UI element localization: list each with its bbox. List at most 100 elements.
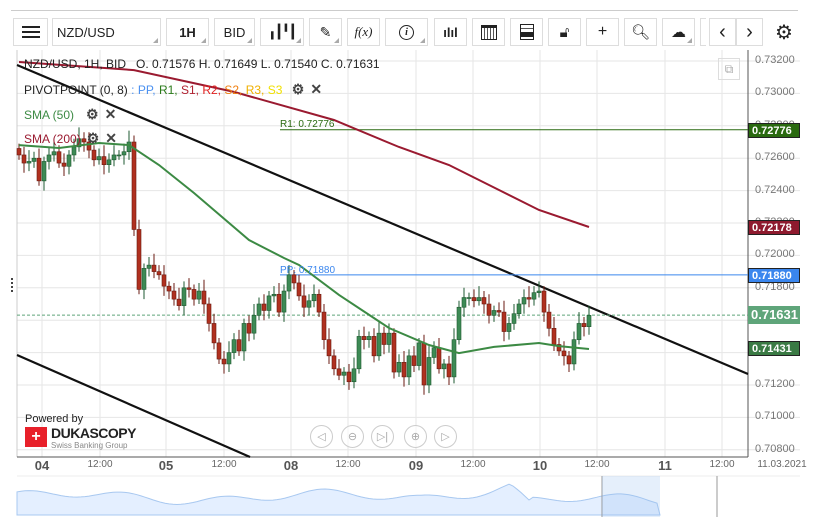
pivot-level-r1: R1, <box>158 83 181 97</box>
pp-line-label: PP: 0.71880 <box>280 265 336 276</box>
pivot-level-r2: R2, <box>202 83 225 97</box>
candle-body <box>111 154 117 161</box>
triangle-left-icon: ◁ <box>317 431 326 443</box>
candle-body <box>116 154 122 157</box>
sma50-label: SMA (50) <box>24 108 75 122</box>
brand-tagline: Swiss Banking Group <box>51 441 128 450</box>
sma200-legend: SMA (200) ⚙ ✕ <box>24 130 117 147</box>
candle-body <box>276 293 282 313</box>
candle-body <box>21 154 27 164</box>
triangle-right-icon: ▷ <box>441 431 450 443</box>
candle-body <box>396 362 402 373</box>
candle-body <box>96 156 102 161</box>
candle-body <box>216 342 222 360</box>
candle-body <box>501 311 507 332</box>
candle-body <box>231 339 237 353</box>
candle-body <box>256 303 262 316</box>
pivot-settings-gear-icon[interactable]: ⚙ <box>292 81 305 97</box>
pivot-level-s1: S1, <box>180 83 203 97</box>
candle-body <box>541 290 547 313</box>
candle-body <box>436 347 442 370</box>
navigator-area <box>16 483 661 516</box>
candle-body <box>131 141 137 230</box>
sma200-close-icon[interactable]: ✕ <box>105 130 117 146</box>
candle-body <box>296 282 302 297</box>
candle-body <box>211 323 217 344</box>
candle-body <box>266 295 272 311</box>
candle-body <box>406 355 412 378</box>
candle-body <box>531 292 537 300</box>
sma50-close-icon[interactable]: ✕ <box>105 106 117 122</box>
candle-body <box>416 342 422 366</box>
y-tick-label: 0.72400 <box>755 183 795 196</box>
candle-body <box>281 290 287 313</box>
pivot-levels: PP, R1, S1, R2, S2, R3, S3 <box>138 83 283 97</box>
candle-body <box>346 371 352 383</box>
candle-body <box>361 336 367 340</box>
candle-body <box>221 358 227 365</box>
y-tick-label: 0.73000 <box>755 86 795 99</box>
candle-body <box>71 146 77 156</box>
candle-body <box>326 339 332 357</box>
candle-body <box>56 151 62 164</box>
candle-body <box>201 290 207 305</box>
candle-body <box>136 229 142 290</box>
sma200-settings-gear-icon[interactable]: ⚙ <box>87 130 100 146</box>
candle-body <box>261 303 267 311</box>
zoom-in-button[interactable]: ⊕ <box>404 425 427 448</box>
popout-icon[interactable]: ⧉ <box>718 58 740 80</box>
candle-body <box>426 357 432 386</box>
powered-by-text: Powered by <box>25 413 84 425</box>
candle-body <box>376 332 382 357</box>
candle-body <box>311 293 317 302</box>
price-label: 0.72776 <box>748 122 800 138</box>
candle-body <box>356 336 362 370</box>
candle-body <box>506 323 512 332</box>
candle-body <box>51 151 57 156</box>
y-tick-label: 0.71200 <box>755 378 795 390</box>
candle-body <box>156 271 162 276</box>
pivot-close-icon[interactable]: ✕ <box>310 81 322 97</box>
candle-body <box>46 154 52 162</box>
candle-body <box>146 264 152 269</box>
candle-body <box>41 161 47 182</box>
candle-body <box>566 355 572 365</box>
x-tick-label: 12:00 <box>460 459 486 470</box>
candle-body <box>236 339 242 352</box>
candle-body <box>91 149 97 161</box>
dukascopy-logo-icon: + <box>25 427 47 447</box>
candle-body <box>291 274 297 284</box>
ohlc-legend: NZD/USD, 1H, BID O. 0.71576 H. 0.71649 L… <box>24 57 380 71</box>
candle-body <box>551 327 557 345</box>
candle-body <box>301 295 307 308</box>
candle-body <box>286 274 292 292</box>
candle-body <box>336 368 342 376</box>
resize-handle[interactable] <box>11 278 15 292</box>
x-tick-label: 12:00 <box>211 459 237 470</box>
price-label: 0.71880 <box>748 267 800 283</box>
pivot-sep: : <box>127 83 138 97</box>
go-to-latest-button[interactable]: ▷| <box>371 425 394 448</box>
y-tick-label: 0.73200 <box>755 54 795 66</box>
x-tick-label: 11 <box>658 458 672 473</box>
candle-body <box>476 297 482 302</box>
candle-body <box>546 311 552 329</box>
candle-body <box>36 157 42 182</box>
candle-body <box>121 151 127 156</box>
candle-body <box>331 355 337 370</box>
y-tick-label: 0.70800 <box>755 442 795 455</box>
zoom-out-button[interactable]: ⊖ <box>341 425 364 448</box>
sma50-settings-gear-icon[interactable]: ⚙ <box>86 106 99 122</box>
candle-body <box>321 311 327 340</box>
candle-body <box>381 332 387 345</box>
candle-body <box>306 300 312 308</box>
candle-body <box>226 352 232 365</box>
candle-body <box>471 297 477 302</box>
scroll-left-button[interactable]: ◁ <box>310 425 333 448</box>
candle-body <box>166 285 172 292</box>
candle-body <box>241 323 247 352</box>
candle-body <box>571 339 577 365</box>
candle-body <box>536 290 542 293</box>
candle-body <box>206 303 212 324</box>
scroll-right-button[interactable]: ▷ <box>434 425 457 448</box>
